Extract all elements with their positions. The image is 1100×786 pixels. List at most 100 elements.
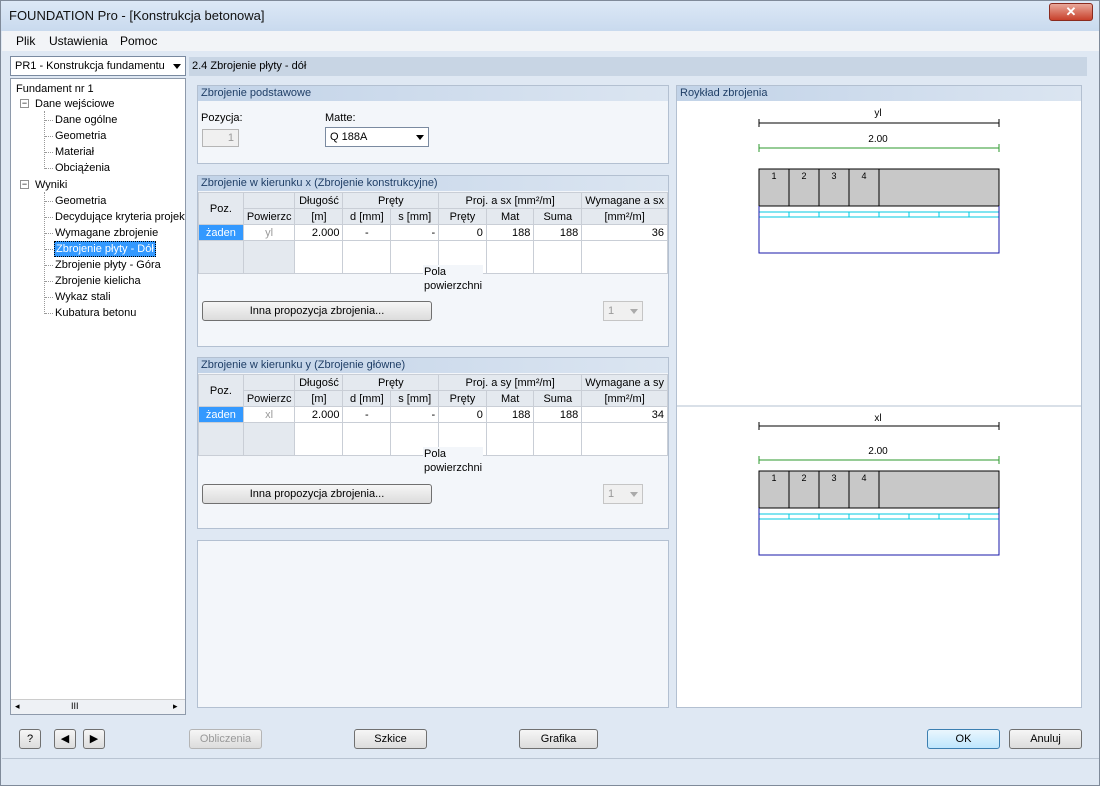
col-mat: Mat bbox=[485, 390, 535, 407]
mat-select[interactable]: Q 188A bbox=[325, 127, 429, 147]
col-s: s [mm] bbox=[390, 390, 440, 407]
title-bar: FOUNDATION Pro - [Konstrukcja betonowa] … bbox=[1, 1, 1099, 31]
proposal-x-value: 1 bbox=[608, 305, 615, 317]
col-s: s [mm] bbox=[390, 208, 440, 225]
scroll-right-icon[interactable]: ▸ bbox=[173, 701, 178, 712]
navigation-tree: Fundament nr 1 − Dane wejściowe Dane ogó… bbox=[10, 78, 186, 715]
graphics-button[interactable]: Grafika bbox=[519, 729, 598, 749]
tree-item-wymagane[interactable]: Wymagane zbrojenie bbox=[55, 226, 158, 240]
col-proj: Proj. a sy [mm²/m] bbox=[438, 374, 583, 391]
cell-poz[interactable]: żaden bbox=[198, 224, 244, 241]
cell-length[interactable]: 2.000 bbox=[294, 406, 344, 423]
tree-item-res-geometria[interactable]: Geometria bbox=[55, 194, 106, 208]
cancel-button[interactable]: Anuluj bbox=[1009, 729, 1082, 749]
bottom-cell-3: 3 bbox=[831, 473, 836, 483]
tree-group-results[interactable]: Wyniki bbox=[35, 178, 67, 192]
layout-panel-title: Roykład zbrojenia bbox=[677, 86, 1081, 101]
reinforcement-drawing: yl 2.00 1 2 3 4 xl 2.00 1 2 3 4 bbox=[677, 108, 1081, 556]
collapse-icon[interactable]: − bbox=[20, 99, 29, 108]
table-row[interactable]: żaden xl 2.000 - - 0 188 188 34 bbox=[198, 406, 668, 423]
cell-d[interactable]: - bbox=[342, 406, 392, 423]
surface-area-label: Pola powierzchni bbox=[423, 447, 483, 475]
tree-scrollbar[interactable]: ◂ III ▸ bbox=[11, 699, 185, 714]
dir-y-panel: Zbrojenie w kierunku y (Zbrojenie główne… bbox=[197, 357, 669, 529]
case-select-value: PR1 - Konstrukcja fundamentu bbox=[15, 60, 165, 72]
cell-required: 34 bbox=[581, 406, 668, 423]
tree-group-input[interactable]: Dane wejściowe bbox=[35, 97, 114, 111]
tree-item-kryteria[interactable]: Decydujące kryteria projekt bbox=[55, 210, 185, 224]
bottom-dim-label: xl bbox=[874, 413, 881, 424]
bottom-cell-1: 1 bbox=[771, 473, 776, 483]
tree-item-geometria[interactable]: Geometria bbox=[55, 129, 106, 143]
other-proposal-x-button[interactable]: Inna propozycja zbrojenia... bbox=[202, 301, 432, 321]
tree-item-kielich[interactable]: Zbrojenie kielicha bbox=[55, 274, 141, 288]
tree-root[interactable]: Fundament nr 1 bbox=[16, 82, 94, 96]
menu-bar: Plik Ustawienia Pomoc bbox=[2, 31, 1099, 51]
scroll-left-icon[interactable]: ◂ bbox=[15, 701, 20, 712]
tree-item-kubatura[interactable]: Kubatura betonu bbox=[55, 306, 136, 320]
proposal-y-select[interactable]: 1 bbox=[603, 484, 643, 504]
prev-button[interactable]: ◀ bbox=[54, 729, 76, 749]
other-proposal-y-button[interactable]: Inna propozycja zbrojenia... bbox=[202, 484, 432, 504]
window-title: FOUNDATION Pro - [Konstrukcja betonowa] bbox=[9, 8, 265, 23]
cell-required: 36 bbox=[581, 224, 668, 241]
col-length-unit: [m] bbox=[294, 208, 344, 225]
col-d: d [mm] bbox=[342, 390, 392, 407]
menu-plik[interactable]: Plik bbox=[16, 34, 35, 48]
cell-poz[interactable]: żaden bbox=[198, 406, 244, 423]
col-d: d [mm] bbox=[342, 208, 392, 225]
col-bars: Pręty bbox=[342, 374, 440, 391]
cell-s[interactable]: - bbox=[390, 406, 440, 423]
cell-mat: 188 bbox=[485, 224, 535, 241]
cell-s[interactable]: - bbox=[390, 224, 440, 241]
chevron-down-icon bbox=[630, 309, 638, 314]
cell-sum: 188 bbox=[533, 406, 583, 423]
menu-ustawienia[interactable]: Ustawienia bbox=[49, 34, 108, 48]
surface-area-label: Pola powierzchni bbox=[423, 265, 483, 293]
col-length-unit: [m] bbox=[294, 390, 344, 407]
col-required: Wymagane a sy bbox=[581, 374, 668, 391]
tree-item-obciazenia[interactable]: Obciążenia bbox=[55, 161, 110, 175]
position-field[interactable]: 1 bbox=[202, 129, 239, 147]
col-proj: Proj. a sx [mm²/m] bbox=[438, 192, 583, 209]
col-poz: Poz. bbox=[198, 192, 244, 225]
col-proj-bars: Pręty bbox=[438, 390, 487, 407]
arrow-right-icon: ▶ bbox=[89, 733, 99, 745]
tree-item-material[interactable]: Materiał bbox=[55, 145, 94, 159]
cell-length[interactable]: 2.000 bbox=[294, 224, 344, 241]
sketch-button[interactable]: Szkice bbox=[354, 729, 427, 749]
tree-item-plyta-gora[interactable]: Zbrojenie płyty - Góra bbox=[55, 258, 161, 272]
case-select[interactable]: PR1 - Konstrukcja fundamentu bbox=[10, 56, 186, 76]
cell-d[interactable]: - bbox=[342, 224, 392, 241]
menu-pomoc[interactable]: Pomoc bbox=[120, 34, 157, 48]
status-bar bbox=[2, 758, 1099, 785]
scroll-thumb[interactable]: III bbox=[71, 701, 79, 711]
next-button[interactable]: ▶ bbox=[83, 729, 105, 749]
tree-item-wykaz[interactable]: Wykaz stali bbox=[55, 290, 111, 304]
proposal-x-select[interactable]: 1 bbox=[603, 301, 643, 321]
cell-surface[interactable]: xl bbox=[242, 406, 296, 423]
col-surface: Powierzc bbox=[242, 390, 296, 407]
collapse-icon[interactable]: − bbox=[20, 180, 29, 189]
col-length: Długość bbox=[294, 374, 344, 391]
cell-bars: 0 bbox=[438, 406, 487, 423]
top-cell-4: 4 bbox=[861, 171, 866, 181]
col-sum: Suma bbox=[533, 390, 583, 407]
proposal-y-value: 1 bbox=[608, 488, 615, 500]
calc-button[interactable]: Obliczenia bbox=[189, 729, 262, 749]
cell-surface[interactable]: yl bbox=[242, 224, 296, 241]
mat-select-value: Q 188A bbox=[330, 131, 368, 143]
tree-item-dane-ogolne[interactable]: Dane ogólne bbox=[55, 113, 117, 127]
ok-button[interactable]: OK bbox=[927, 729, 1000, 749]
col-surface: Powierzc bbox=[242, 208, 296, 225]
table-row[interactable]: żaden yl 2.000 - - 0 188 188 36 bbox=[198, 224, 668, 241]
dir-x-title: Zbrojenie w kierunku x (Zbrojenie konstr… bbox=[198, 176, 668, 191]
tree-item-plyta-dol[interactable]: Zbrojenie płyty - Dół bbox=[54, 241, 156, 257]
app-window: FOUNDATION Pro - [Konstrukcja betonowa] … bbox=[0, 0, 1100, 786]
close-button[interactable]: ✕ bbox=[1049, 3, 1093, 21]
arrow-left-icon: ◀ bbox=[60, 733, 70, 745]
col-proj-bars: Pręty bbox=[438, 208, 487, 225]
dir-x-panel: Zbrojenie w kierunku x (Zbrojenie konstr… bbox=[197, 175, 669, 347]
top-drawing: yl 2.00 1 2 3 4 bbox=[758, 108, 1000, 254]
help-button[interactable]: ? bbox=[19, 729, 41, 749]
